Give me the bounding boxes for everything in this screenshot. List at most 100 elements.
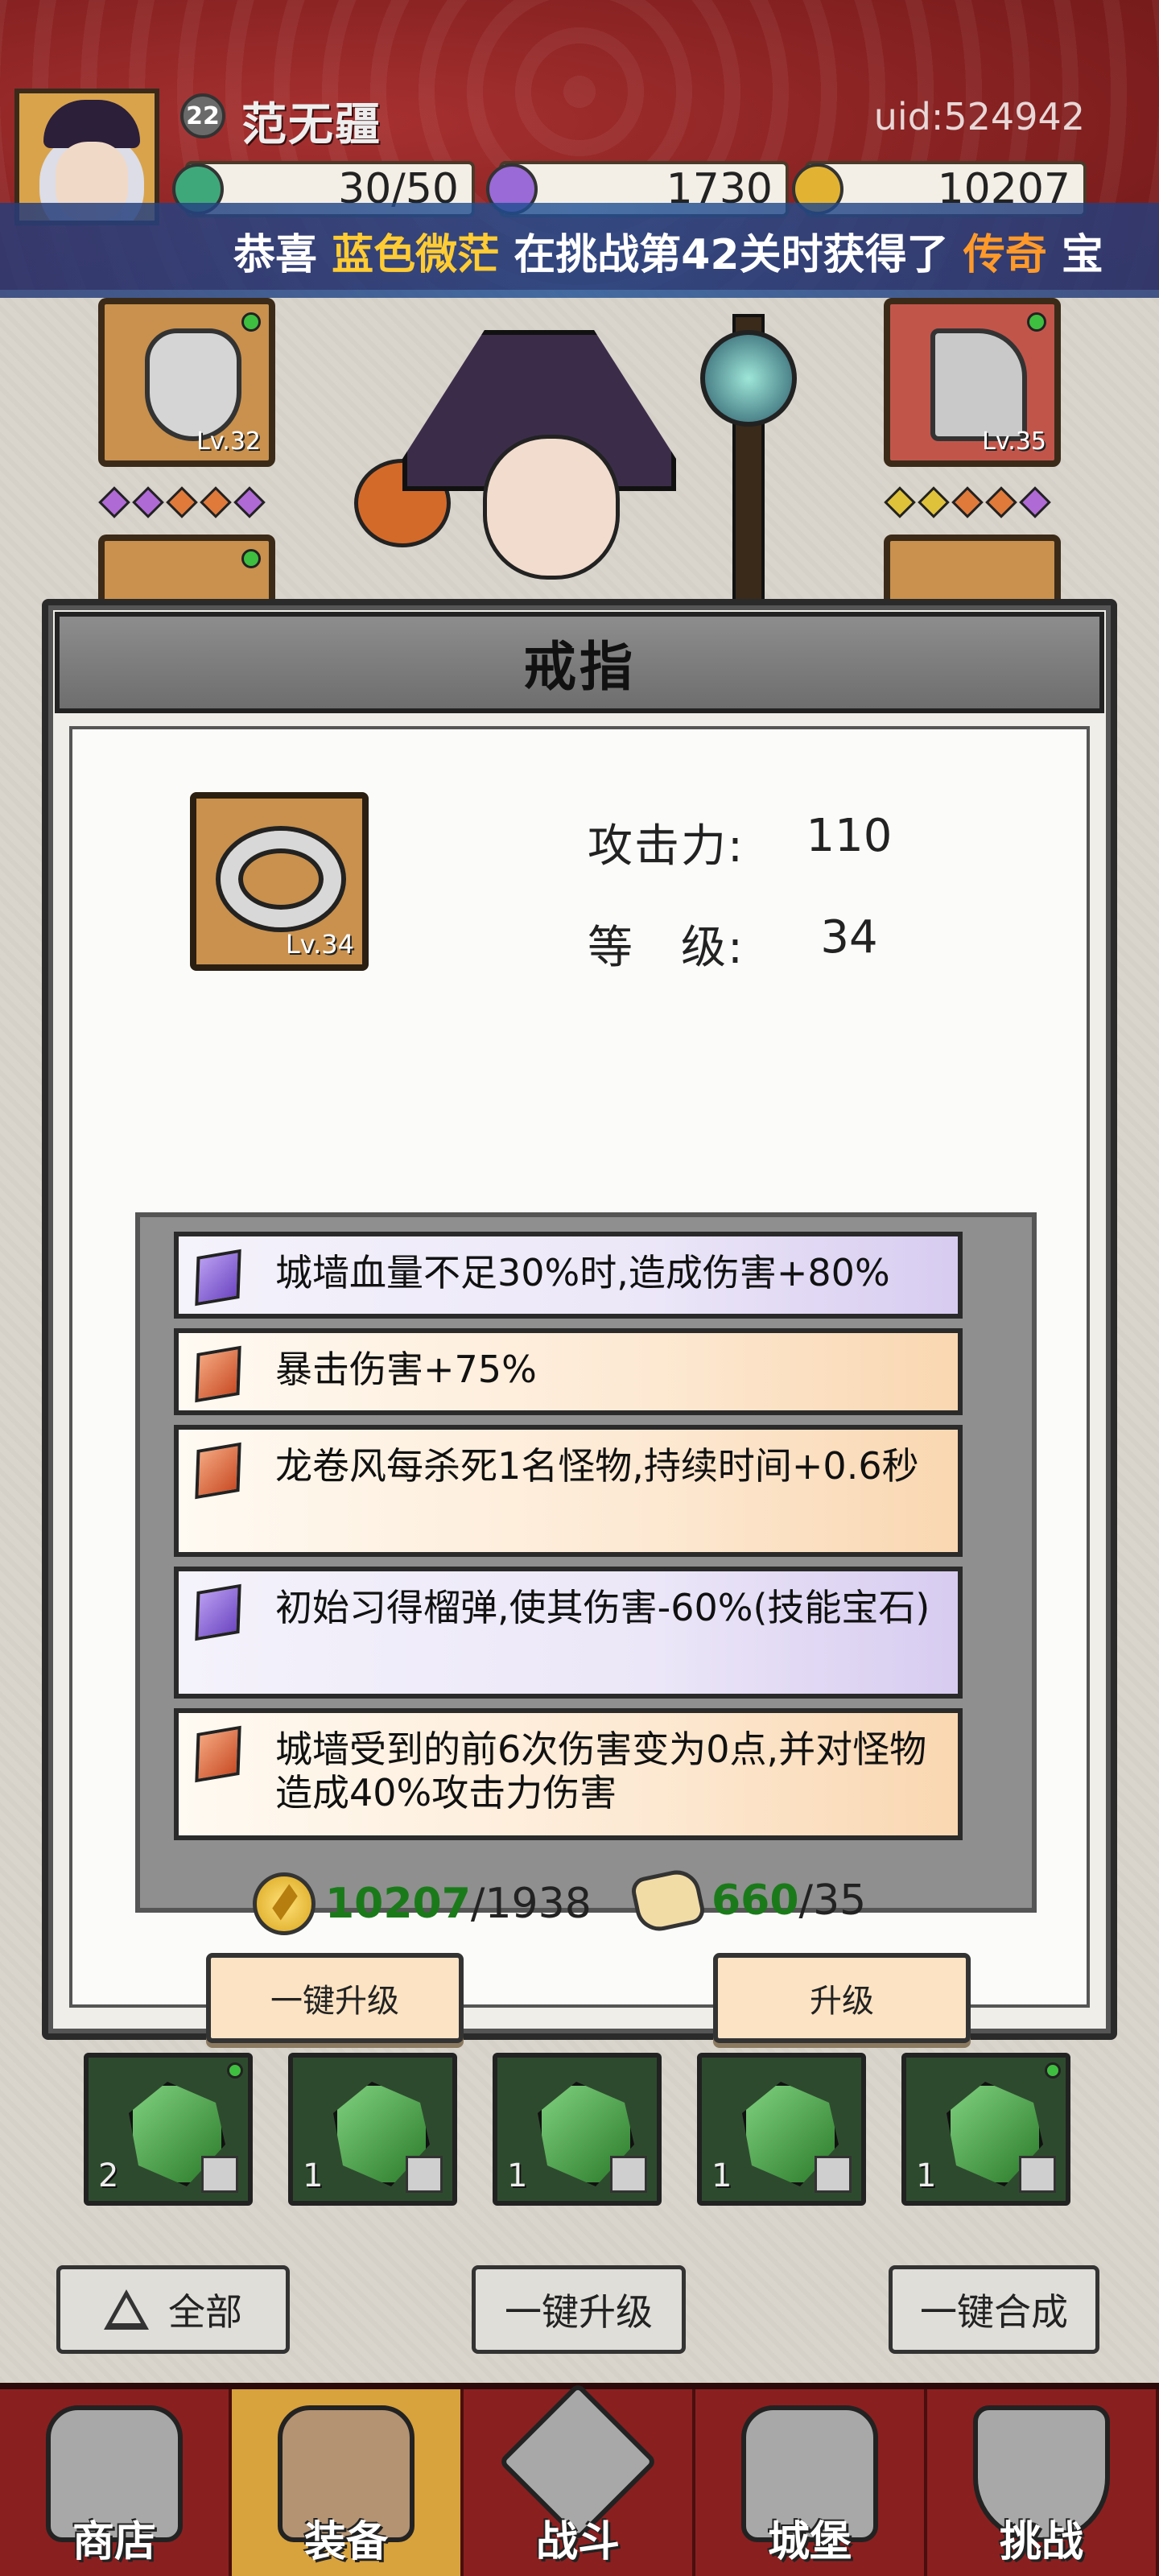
witch-face	[483, 435, 620, 580]
new-indicator-dot	[227, 2062, 243, 2079]
item-count: 2	[98, 2157, 119, 2194]
boots-type-icon	[610, 2156, 647, 2193]
affix-text: 暴击伤害+75%	[275, 1348, 537, 1391]
equip-slot-helmet[interactable]: Lv.32	[98, 298, 275, 467]
scroll-have: 660	[711, 1876, 799, 1925]
hero-character	[354, 314, 805, 620]
gem-icon	[951, 486, 984, 518]
item-count: 1	[711, 2157, 732, 2194]
inventory-slot[interactable]: 1	[697, 2053, 866, 2206]
item-level: Lv.34	[285, 929, 354, 960]
upgrade-label: 升级	[810, 1983, 874, 2020]
equip-slot-armor[interactable]	[98, 535, 275, 607]
avatar-hat	[43, 100, 140, 148]
upgrade-all-label: 一键升级	[270, 1983, 399, 2020]
affix-entry: 暴击伤害+75%	[174, 1328, 963, 1415]
item-count: 1	[916, 2157, 937, 2194]
stat-level: 等 级: 34	[588, 911, 909, 976]
inventory-slot[interactable]: 2	[84, 2053, 253, 2206]
new-indicator-dot	[241, 549, 261, 568]
tab-equipment[interactable]: 装备	[232, 2389, 464, 2576]
merge-all-button[interactable]: 一键合成	[889, 2265, 1099, 2354]
announcement-marquee: 恭喜 蓝色微茫 在挑战第42关时获得了 传奇 宝	[0, 203, 1159, 298]
player-level-badge: 22	[180, 93, 225, 138]
merge-all-label: 一键合成	[920, 2290, 1068, 2334]
helmet-icon	[145, 328, 241, 441]
inventory-slot[interactable]: 1	[901, 2053, 1070, 2206]
marquee-suffix: 宝	[1061, 230, 1103, 279]
filter-all-button[interactable]: 全部	[56, 2265, 290, 2354]
stat-value: 110	[806, 810, 893, 862]
armor-type-icon	[201, 2156, 238, 2193]
boots-type-icon	[406, 2156, 443, 2193]
tab-label: 战斗	[535, 2518, 620, 2566]
affix-text: 城墙血量不足30%时,造成伤害+80%	[275, 1251, 890, 1294]
gem-icon	[233, 486, 266, 518]
gold-have: 10207	[325, 1880, 471, 1928]
affix-text: 初始习得榴弹,使其伤害-60%(技能宝石)	[275, 1586, 930, 1629]
equip-slot-level: Lv.35	[982, 427, 1046, 456]
tab-challenge[interactable]: 挑战	[927, 2389, 1159, 2576]
triangle-up-icon	[104, 2289, 149, 2330]
marquee-player: 蓝色微茫	[332, 230, 500, 279]
tab-label: 装备	[303, 2518, 388, 2566]
new-indicator-dot	[241, 312, 261, 332]
marquee-rarity: 传奇	[963, 230, 1047, 279]
stat-label: 攻击力:	[588, 820, 744, 873]
gem-icon	[985, 486, 1017, 518]
orange-gem-icon	[195, 1442, 241, 1500]
inventory-slot[interactable]: 1	[493, 2053, 662, 2206]
equip-slot-weapon[interactable]: Lv.35	[884, 298, 1061, 467]
player-name: 范无疆	[241, 99, 382, 151]
new-indicator-dot	[1027, 312, 1046, 332]
gem-icon	[200, 486, 232, 518]
affix-text: 龙卷风每杀死1名怪物,持续时间+0.6秒	[275, 1444, 919, 1488]
new-indicator-dot	[1045, 2062, 1061, 2079]
marquee-middle: 在挑战第42关时获得了	[514, 230, 949, 279]
marquee-prefix: 恭喜	[233, 230, 318, 279]
gem-icon	[98, 486, 130, 518]
tab-battle[interactable]: 战斗	[464, 2382, 695, 2576]
scroll-cost: 660 /35	[629, 1866, 867, 1935]
scroll-icon	[629, 1866, 707, 1935]
affix-entry: 城墙血量不足30%时,造成伤害+80%	[174, 1232, 963, 1319]
tab-castle[interactable]: 城堡	[695, 2389, 927, 2576]
gold-cost: 10207 /1938	[253, 1872, 592, 1935]
affix-entry: 城墙受到的前6次伤害变为0点,并对怪物造成40%攻击力伤害	[174, 1708, 963, 1840]
upgrade-all-equipment-button[interactable]: 一键升级	[472, 2265, 686, 2354]
equip-slot-boots[interactable]	[884, 535, 1061, 607]
tab-label: 挑战	[999, 2518, 1083, 2566]
purple-gem-icon	[195, 1249, 241, 1307]
stat-value: 34	[820, 911, 878, 964]
tab-label: 城堡	[767, 2518, 852, 2566]
item-count: 1	[303, 2157, 324, 2194]
gem-icon	[918, 486, 950, 518]
bottom-navigation: 商店 装备 战斗 城堡 挑战	[0, 2382, 1159, 2576]
upgrade-button[interactable]: 升级	[713, 1953, 971, 2043]
player-uid: uid:524942	[873, 95, 1085, 138]
weapon-type-icon	[1019, 2156, 1056, 2193]
upgrade-all-label: 一键升级	[505, 2290, 653, 2334]
gem-icon	[166, 486, 198, 518]
boots-type-icon	[815, 2156, 852, 2193]
upgrade-all-button[interactable]: 一键升级	[206, 1953, 464, 2043]
helmet-gem-row	[98, 486, 266, 518]
modal-body: Lv.34 攻击力: 110 等 级: 34 城墙血量不足30%时,造成伤害+8…	[69, 726, 1090, 2043]
purple-gem-icon	[195, 1583, 241, 1641]
weapon-icon	[930, 328, 1027, 441]
gem-icon	[884, 486, 916, 518]
ring-icon	[221, 831, 341, 927]
affix-entry: 初始习得榴弹,使其伤害-60%(技能宝石)	[174, 1567, 963, 1699]
orange-gem-icon	[195, 1345, 241, 1403]
modal-title: 戒指	[55, 612, 1104, 713]
stat-attack: 攻击力: 110	[588, 810, 909, 875]
tab-shop[interactable]: 商店	[0, 2389, 232, 2576]
affix-text: 城墙受到的前6次伤害变为0点,并对怪物造成40%攻击力伤害	[275, 1728, 927, 1814]
scroll-need: /35	[798, 1876, 867, 1925]
staff-orb	[700, 330, 797, 427]
gold-coin-icon	[253, 1872, 316, 1935]
tab-label: 商店	[72, 2518, 156, 2566]
gold-need: /1938	[470, 1880, 592, 1928]
orange-gem-icon	[195, 1725, 241, 1783]
inventory-slot[interactable]: 1	[288, 2053, 457, 2206]
